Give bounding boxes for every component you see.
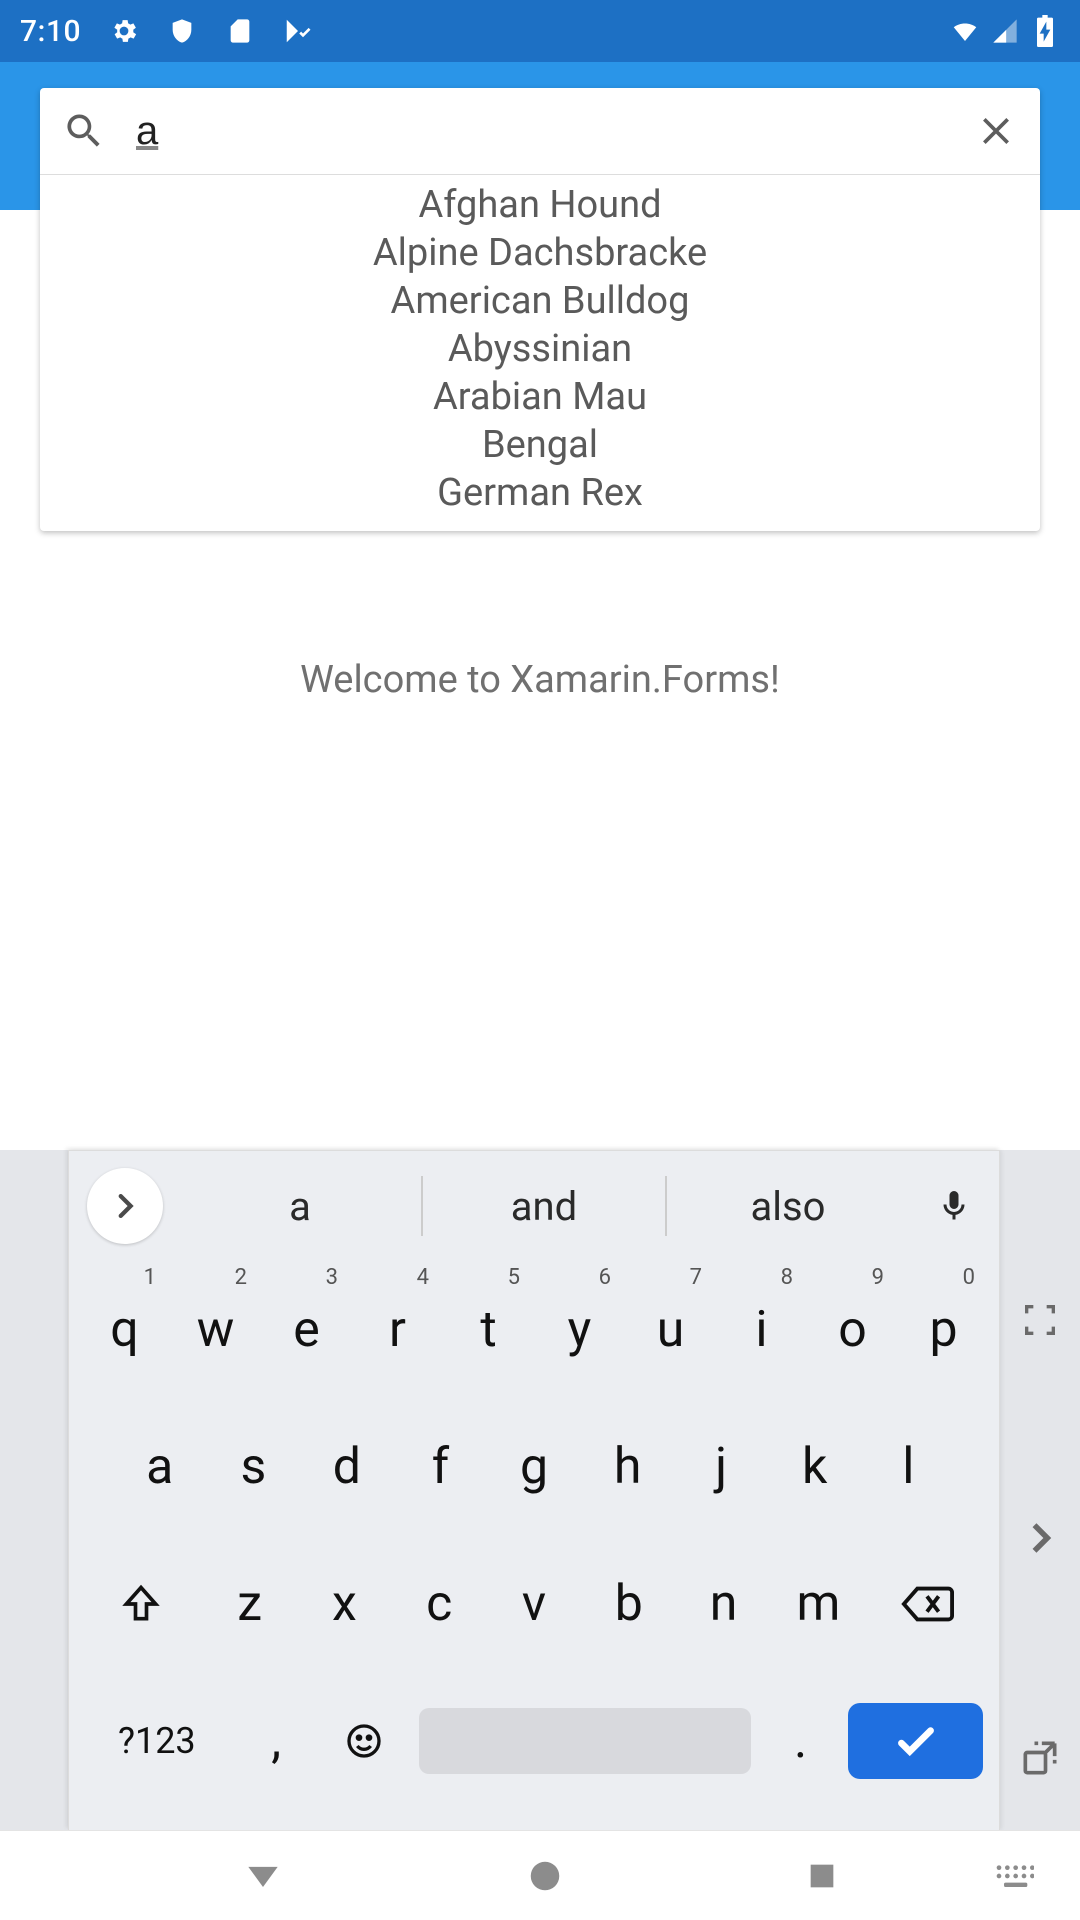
kb-row-3: z x c v b n m — [79, 1536, 989, 1673]
key-t[interactable]: t5 — [443, 1261, 534, 1398]
kb-mic-button[interactable] — [909, 1188, 999, 1224]
check-icon — [891, 1716, 941, 1766]
key-y[interactable]: y6 — [534, 1261, 625, 1398]
suggestion-item[interactable]: Bengal — [40, 421, 1040, 469]
key-z[interactable]: z — [202, 1536, 297, 1673]
key-k[interactable]: k — [768, 1398, 862, 1535]
key-g[interactable]: g — [487, 1398, 581, 1535]
key-e[interactable]: e3 — [261, 1261, 352, 1398]
key-j[interactable]: j — [674, 1398, 768, 1535]
key-h[interactable]: h — [581, 1398, 675, 1535]
key-shift[interactable] — [79, 1536, 202, 1673]
kb-suggestion-strip: a and also — [69, 1151, 999, 1261]
signal-icon — [990, 16, 1020, 46]
key-i[interactable]: i8 — [716, 1261, 807, 1398]
key-space[interactable] — [419, 1708, 751, 1774]
search-icon — [62, 109, 106, 153]
kb-next-button[interactable] — [1018, 1516, 1062, 1560]
key-c[interactable]: c — [392, 1536, 487, 1673]
nav-back-button[interactable] — [241, 1854, 285, 1898]
suggestion-list: Afghan Hound Alpine Dachsbracke American… — [40, 174, 1040, 531]
suggestion-item[interactable]: American Bulldog — [40, 277, 1040, 325]
sd-card-icon — [225, 16, 255, 46]
key-v[interactable]: v — [487, 1536, 582, 1673]
key-l[interactable]: l — [862, 1398, 956, 1535]
gear-icon — [109, 16, 139, 46]
key-b[interactable]: b — [581, 1536, 676, 1673]
key-u[interactable]: u7 — [625, 1261, 716, 1398]
key-q[interactable]: q1 — [79, 1261, 170, 1398]
fullscreen-icon — [1020, 1300, 1060, 1340]
shield-icon — [167, 16, 197, 46]
status-time: 7:10 — [20, 14, 81, 49]
status-bar: 7:10 — [0, 0, 1080, 62]
triangle-down-icon — [241, 1854, 285, 1898]
kb-suggestion[interactable]: also — [667, 1183, 909, 1230]
backspace-icon — [900, 1582, 954, 1626]
kb-row-4: ?123 , . — [79, 1673, 989, 1810]
emoji-icon — [344, 1721, 384, 1761]
kb-row-2: a s d f g h j k l — [79, 1398, 989, 1535]
shift-icon — [119, 1582, 163, 1626]
kb-float-button[interactable] — [1018, 1736, 1062, 1780]
square-icon — [805, 1859, 839, 1893]
navigation-bar — [0, 1830, 1080, 1920]
clear-search-button[interactable] — [974, 109, 1018, 153]
kb-side-panel — [1000, 1150, 1080, 1830]
kb-suggestion[interactable]: and — [423, 1183, 665, 1230]
circle-icon — [526, 1857, 564, 1895]
key-a[interactable]: a — [113, 1398, 207, 1535]
suggestion-item[interactable]: Afghan Hound — [40, 181, 1040, 229]
keyboard-icon — [994, 1862, 1034, 1890]
key-s[interactable]: s — [207, 1398, 301, 1535]
nav-keyboard-switch-button[interactable] — [994, 1862, 1034, 1890]
key-period[interactable]: . — [759, 1712, 842, 1770]
key-w[interactable]: w2 — [170, 1261, 261, 1398]
play-check-icon — [283, 16, 313, 46]
key-emoji[interactable] — [318, 1721, 411, 1761]
suggestion-item[interactable]: Arabian Mau — [40, 373, 1040, 421]
key-r[interactable]: r4 — [352, 1261, 443, 1398]
key-backspace[interactable] — [866, 1536, 989, 1673]
search-dropdown: Afghan Hound Alpine Dachsbracke American… — [40, 88, 1040, 531]
chevron-right-icon — [108, 1189, 142, 1223]
key-o[interactable]: o9 — [807, 1261, 898, 1398]
key-x[interactable]: x — [297, 1536, 392, 1673]
soft-keyboard: a and also q1 w2 e3 r4 t5 y6 u7 i8 o9 — [0, 1150, 1080, 1830]
microphone-icon — [936, 1188, 972, 1224]
key-enter[interactable] — [848, 1703, 983, 1779]
kb-suggestion[interactable]: a — [179, 1183, 421, 1230]
wifi-icon — [950, 16, 980, 46]
key-f[interactable]: f — [394, 1398, 488, 1535]
nav-home-button[interactable] — [526, 1857, 564, 1895]
suggestion-item[interactable]: Alpine Dachsbracke — [40, 229, 1040, 277]
kb-row-1: q1 w2 e3 r4 t5 y6 u7 i8 o9 p0 — [79, 1261, 989, 1398]
kb-fullscreen-button[interactable] — [1020, 1300, 1060, 1340]
key-n[interactable]: n — [676, 1536, 771, 1673]
nav-recents-button[interactable] — [805, 1859, 839, 1893]
suggestion-item[interactable]: Abyssinian — [40, 325, 1040, 373]
key-symbols[interactable]: ?123 — [79, 1720, 235, 1762]
battery-charging-icon — [1030, 16, 1060, 46]
search-input[interactable] — [106, 109, 974, 154]
popout-icon — [1018, 1736, 1062, 1780]
search-bar — [40, 88, 1040, 174]
key-comma[interactable]: , — [235, 1712, 318, 1770]
suggestion-item[interactable]: German Rex — [40, 469, 1040, 517]
key-d[interactable]: d — [300, 1398, 394, 1535]
key-m[interactable]: m — [771, 1536, 866, 1673]
key-p[interactable]: p0 — [898, 1261, 989, 1398]
welcome-text: Welcome to Xamarin.Forms! — [300, 658, 780, 702]
kb-expand-button[interactable] — [87, 1168, 163, 1244]
close-icon — [976, 111, 1016, 151]
app-bar: Afghan Hound Alpine Dachsbracke American… — [0, 62, 1080, 210]
chevron-right-icon — [1018, 1516, 1062, 1560]
